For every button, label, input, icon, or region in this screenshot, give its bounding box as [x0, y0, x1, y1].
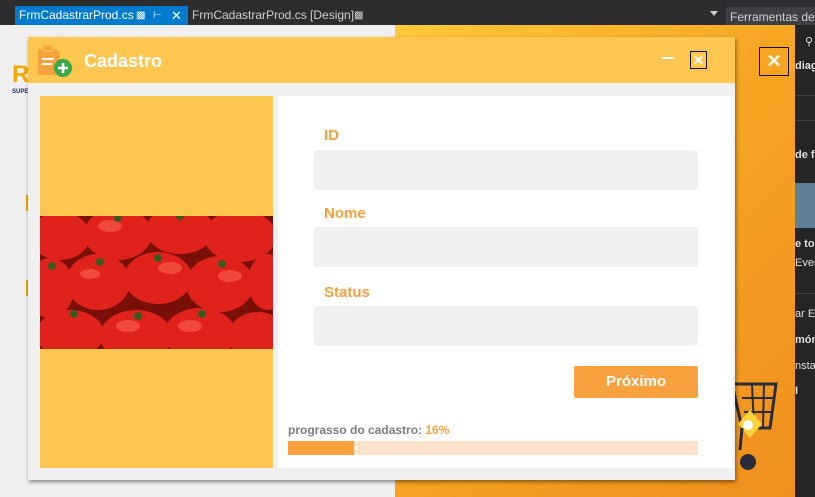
separator [795, 120, 815, 121]
minimize-icon[interactable] [662, 57, 674, 59]
logo-subtitle: SUPE [12, 89, 29, 95]
close-icon[interactable]: ✕ [690, 51, 707, 69]
next-button[interactable]: Próximo [574, 366, 698, 398]
lock-icon: ▩ [136, 10, 146, 21]
dialog-title: Cadastro [84, 51, 163, 71]
form-panel: ID Nome Status Próximo prograsso do cada… [278, 96, 733, 468]
progress-caption: prograsso do cadastro: 16% [288, 423, 449, 437]
dialog-title-bar[interactable]: Cadastro ✕ [28, 37, 735, 83]
property-text: de f [795, 149, 815, 161]
cadastro-dialog: Cadastro ✕ ID Nome Status Próximo progra… [28, 37, 735, 480]
tab-label: FrmCadastrarProd.cs [Design] [192, 8, 355, 22]
chevron-down-icon[interactable] [710, 11, 718, 16]
progress-value: 16% [425, 423, 450, 437]
property-text: Even [795, 257, 815, 269]
close-icon[interactable]: ✕ [759, 47, 789, 76]
tomato-image [40, 216, 273, 349]
property-text: nsta [795, 360, 815, 372]
tab-frm-cadastrar-prod-design[interactable]: FrmCadastrarProd.cs [Design] ▩ [188, 6, 366, 25]
progress-label: prograsso do cadastro: [288, 423, 423, 437]
add-document-icon [38, 44, 72, 77]
property-text: e to [795, 238, 815, 250]
toolbox-header[interactable]: Ferramentas de [726, 7, 815, 27]
cart-icon [730, 382, 778, 470]
pin-icon[interactable]: ⊢ [153, 6, 162, 25]
separator [795, 293, 815, 294]
status-label: Status [324, 284, 370, 301]
property-text: I [795, 385, 799, 397]
tab-frm-cadastrar-prod-cs[interactable]: FrmCadastrarProd.cs ▩ ⊢ ✕ [15, 6, 188, 25]
properties-panel: diag de f e to Even ar Ev mór nsta I [795, 25, 815, 497]
progress-bar [288, 441, 698, 455]
image-panel [40, 96, 273, 468]
property-text: diag [795, 60, 815, 72]
property-text: mór [795, 334, 815, 346]
id-label: ID [324, 127, 339, 144]
tab-label: FrmCadastrarProd.cs [19, 8, 134, 22]
ide-tab-strip: FrmCadastrarProd.cs ▩ ⊢ ✕ FrmCadastrarPr… [0, 0, 815, 27]
nome-field[interactable] [314, 227, 698, 267]
logo: R [12, 61, 30, 88]
progress-fill [288, 441, 354, 455]
search-icon[interactable]: ⚲ [805, 35, 813, 48]
close-icon[interactable]: ✕ [171, 6, 182, 25]
status-field[interactable] [314, 306, 698, 346]
separator [795, 95, 815, 96]
property-preview [795, 183, 815, 228]
nome-label: Nome [324, 205, 366, 222]
property-text: ar Ev [795, 308, 815, 320]
id-field[interactable] [314, 150, 698, 190]
lock-icon: ▩ [354, 10, 364, 21]
